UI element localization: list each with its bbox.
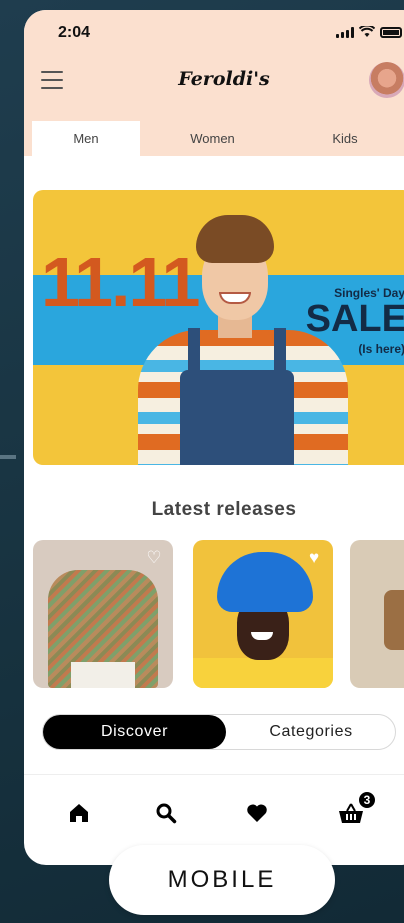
search-icon[interactable] [151,798,181,828]
cart-count-badge: 3 [357,790,377,810]
phone-screen: 2:04 Feroldi's Men Women Kids 11.11 Sing… [24,10,404,865]
app-header: 2:04 Feroldi's Men Women Kids [24,10,404,156]
brand-logo: Feroldi's [178,68,270,90]
battery-icon [380,26,402,38]
banner-headline: SALE [305,298,404,340]
mobile-caption: MOBILE [109,845,335,915]
shirt-image [193,658,333,688]
discover-categories-toggle: Discover Categories [42,714,396,750]
decorative-line [0,455,16,459]
status-icons [336,26,402,38]
product-card-bag[interactable] [350,540,404,688]
category-tabs: Men Women Kids [24,121,404,156]
avatar[interactable] [369,62,404,98]
banner-sub: (Is here) [358,342,404,356]
bucket-hat-image [217,552,313,612]
heart-outline-icon[interactable]: ♡ [145,549,163,566]
categories-button[interactable]: Categories [226,715,396,749]
tab-women[interactable]: Women [140,121,285,156]
product-card-hat[interactable]: ♥ [193,540,333,688]
heart-filled-icon[interactable]: ♥ [305,549,323,566]
divider [24,774,404,775]
status-time: 2:04 [58,24,91,41]
wifi-icon [359,26,375,37]
discover-button[interactable]: Discover [43,715,226,749]
product-card-sweater[interactable]: ♡ [33,540,173,688]
home-icon[interactable] [64,798,94,828]
bag-image [384,590,404,650]
promo-banner[interactable]: 11.11 Singles' Day SALE (Is here) [33,190,404,465]
signal-icon [336,26,354,38]
section-title: Latest releases [151,499,297,520]
tab-kids[interactable]: Kids [285,121,404,156]
pants-image [71,662,135,688]
heart-icon[interactable] [242,798,272,828]
tab-men[interactable]: Men [32,121,140,156]
